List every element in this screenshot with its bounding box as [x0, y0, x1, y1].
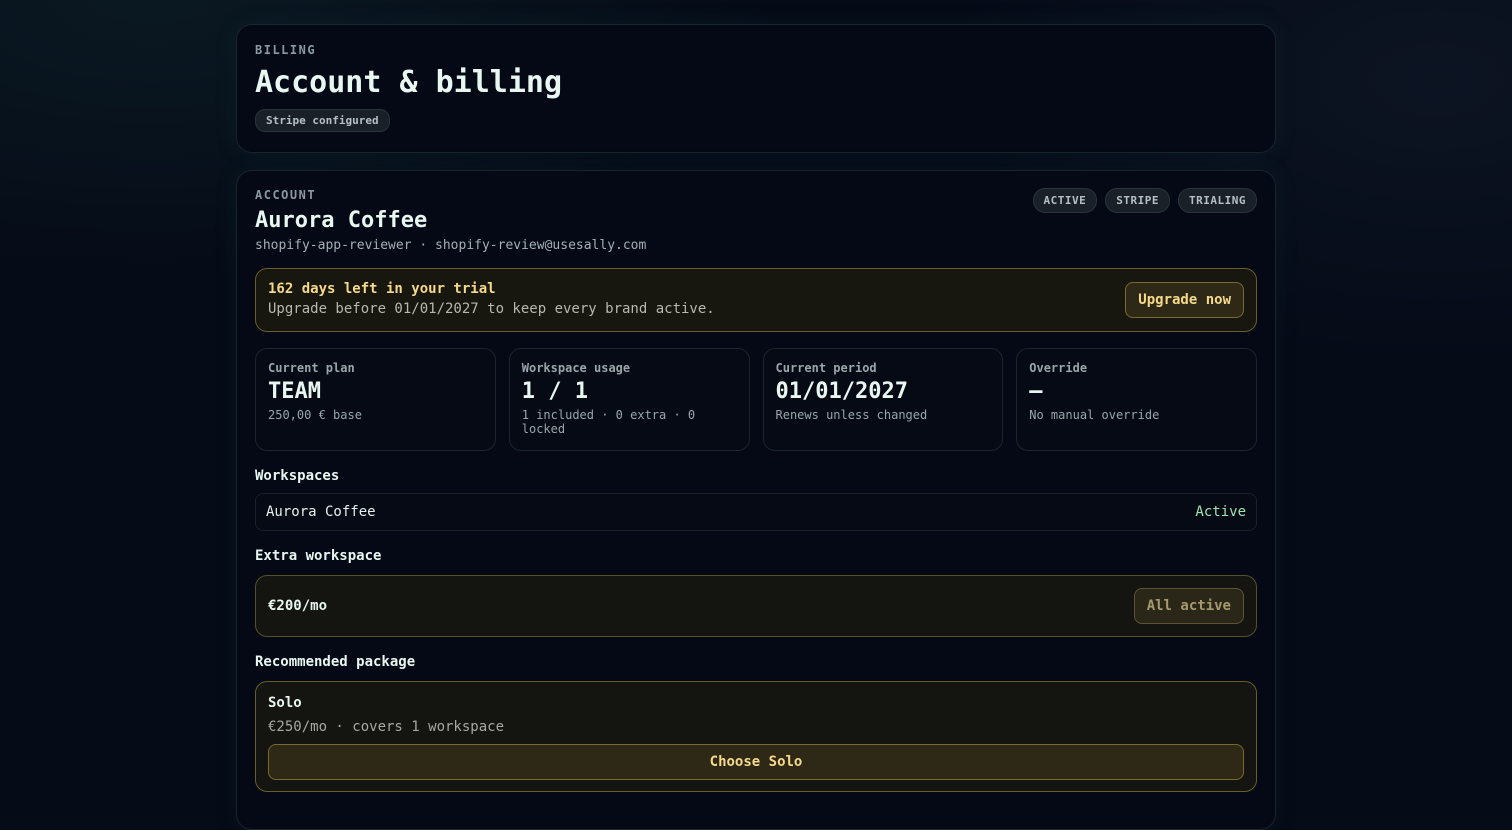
all-active-button[interactable]: All active: [1133, 588, 1244, 624]
workspace-status: Active: [1195, 504, 1246, 520]
recommended-package-panel: Solo €250/mo · covers 1 workspace Choose…: [255, 681, 1257, 792]
stat-workspace-usage: Workspace usage 1 / 1 1 included · 0 ext…: [508, 348, 750, 451]
stat-current-plan: Current plan TEAM 250,00 € base: [255, 348, 496, 451]
stat-value: 1 / 1: [521, 379, 588, 404]
status-badge-trialing: TRIALING: [1178, 188, 1257, 213]
stat-current-period: Current period 01/01/2027 Renews unless …: [762, 348, 1004, 451]
upgrade-now-button[interactable]: Upgrade now: [1125, 282, 1244, 318]
stat-override: Override — No manual override: [1016, 348, 1257, 451]
stat-value: TEAM: [268, 379, 321, 404]
extra-workspace-panel: €200/mo All active: [255, 575, 1257, 637]
stat-value: 01/01/2027: [775, 379, 908, 404]
account-meta: shopify-app-reviewer · shopify-review@us…: [255, 238, 647, 253]
billing-eyebrow: BILLING: [255, 43, 317, 57]
extra-workspace-price: €200/mo: [268, 598, 328, 614]
recommended-package-heading: Recommended package: [255, 654, 416, 670]
page-title: Account & billing: [255, 65, 563, 100]
trial-subtitle: Upgrade before 01/01/2027 to keep every …: [268, 301, 715, 317]
workspace-name: Aurora Coffee: [266, 504, 376, 520]
stat-note: Renews unless changed: [775, 408, 928, 422]
trial-title: 162 days left in your trial: [268, 281, 496, 297]
stat-label: Override: [1029, 361, 1088, 375]
stat-note: No manual override: [1029, 408, 1160, 422]
stat-label: Current period: [775, 361, 877, 375]
package-name: Solo: [268, 695, 302, 711]
extra-workspace-heading: Extra workspace: [255, 548, 382, 564]
workspaces-heading: Workspaces: [255, 468, 340, 484]
account-card: ACTIVE STRIPE TRIALING ACCOUNT Aurora Co…: [236, 170, 1276, 830]
list-item: Aurora Coffee Active: [255, 493, 1257, 531]
package-description: €250/mo · covers 1 workspace: [268, 719, 505, 735]
stripe-status-badge: Stripe configured: [255, 109, 390, 132]
status-badge-stripe: STRIPE: [1105, 188, 1171, 213]
stat-label: Workspace usage: [521, 361, 631, 375]
trial-banner: 162 days left in your trial Upgrade befo…: [255, 268, 1257, 332]
stats-grid: Current plan TEAM 250,00 € base Workspac…: [255, 348, 1257, 451]
stat-value: —: [1029, 379, 1043, 404]
account-badges: ACTIVE STRIPE TRIALING: [1032, 188, 1257, 213]
stat-note: 250,00 € base: [268, 408, 362, 422]
stat-note: 1 included · 0 extra · 0 locked: [521, 408, 696, 436]
status-badge-active: ACTIVE: [1032, 188, 1098, 213]
billing-header-card: BILLING Account & billing Stripe configu…: [236, 24, 1276, 153]
stat-label: Current plan: [268, 361, 355, 375]
choose-solo-button[interactable]: Choose Solo: [268, 744, 1244, 780]
billing-page: BILLING Account & billing Stripe configu…: [236, 24, 1276, 830]
